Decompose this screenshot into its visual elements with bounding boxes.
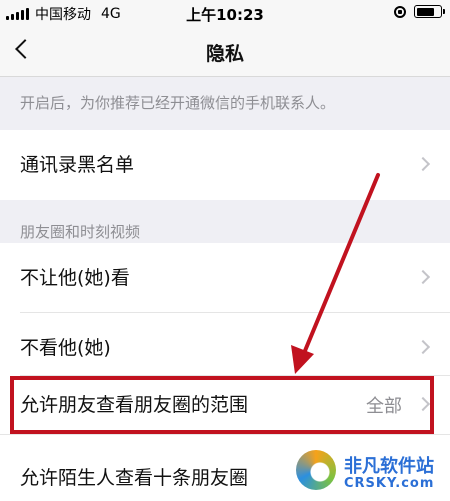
watermark: 非凡软件站 CRSKY.com — [296, 446, 446, 498]
annotation-arrow — [291, 173, 380, 374]
watermark-domain: CRSKY.com — [344, 476, 435, 491]
watermark-title: 非凡软件站 — [344, 456, 434, 477]
watermark-logo-icon — [296, 450, 336, 490]
